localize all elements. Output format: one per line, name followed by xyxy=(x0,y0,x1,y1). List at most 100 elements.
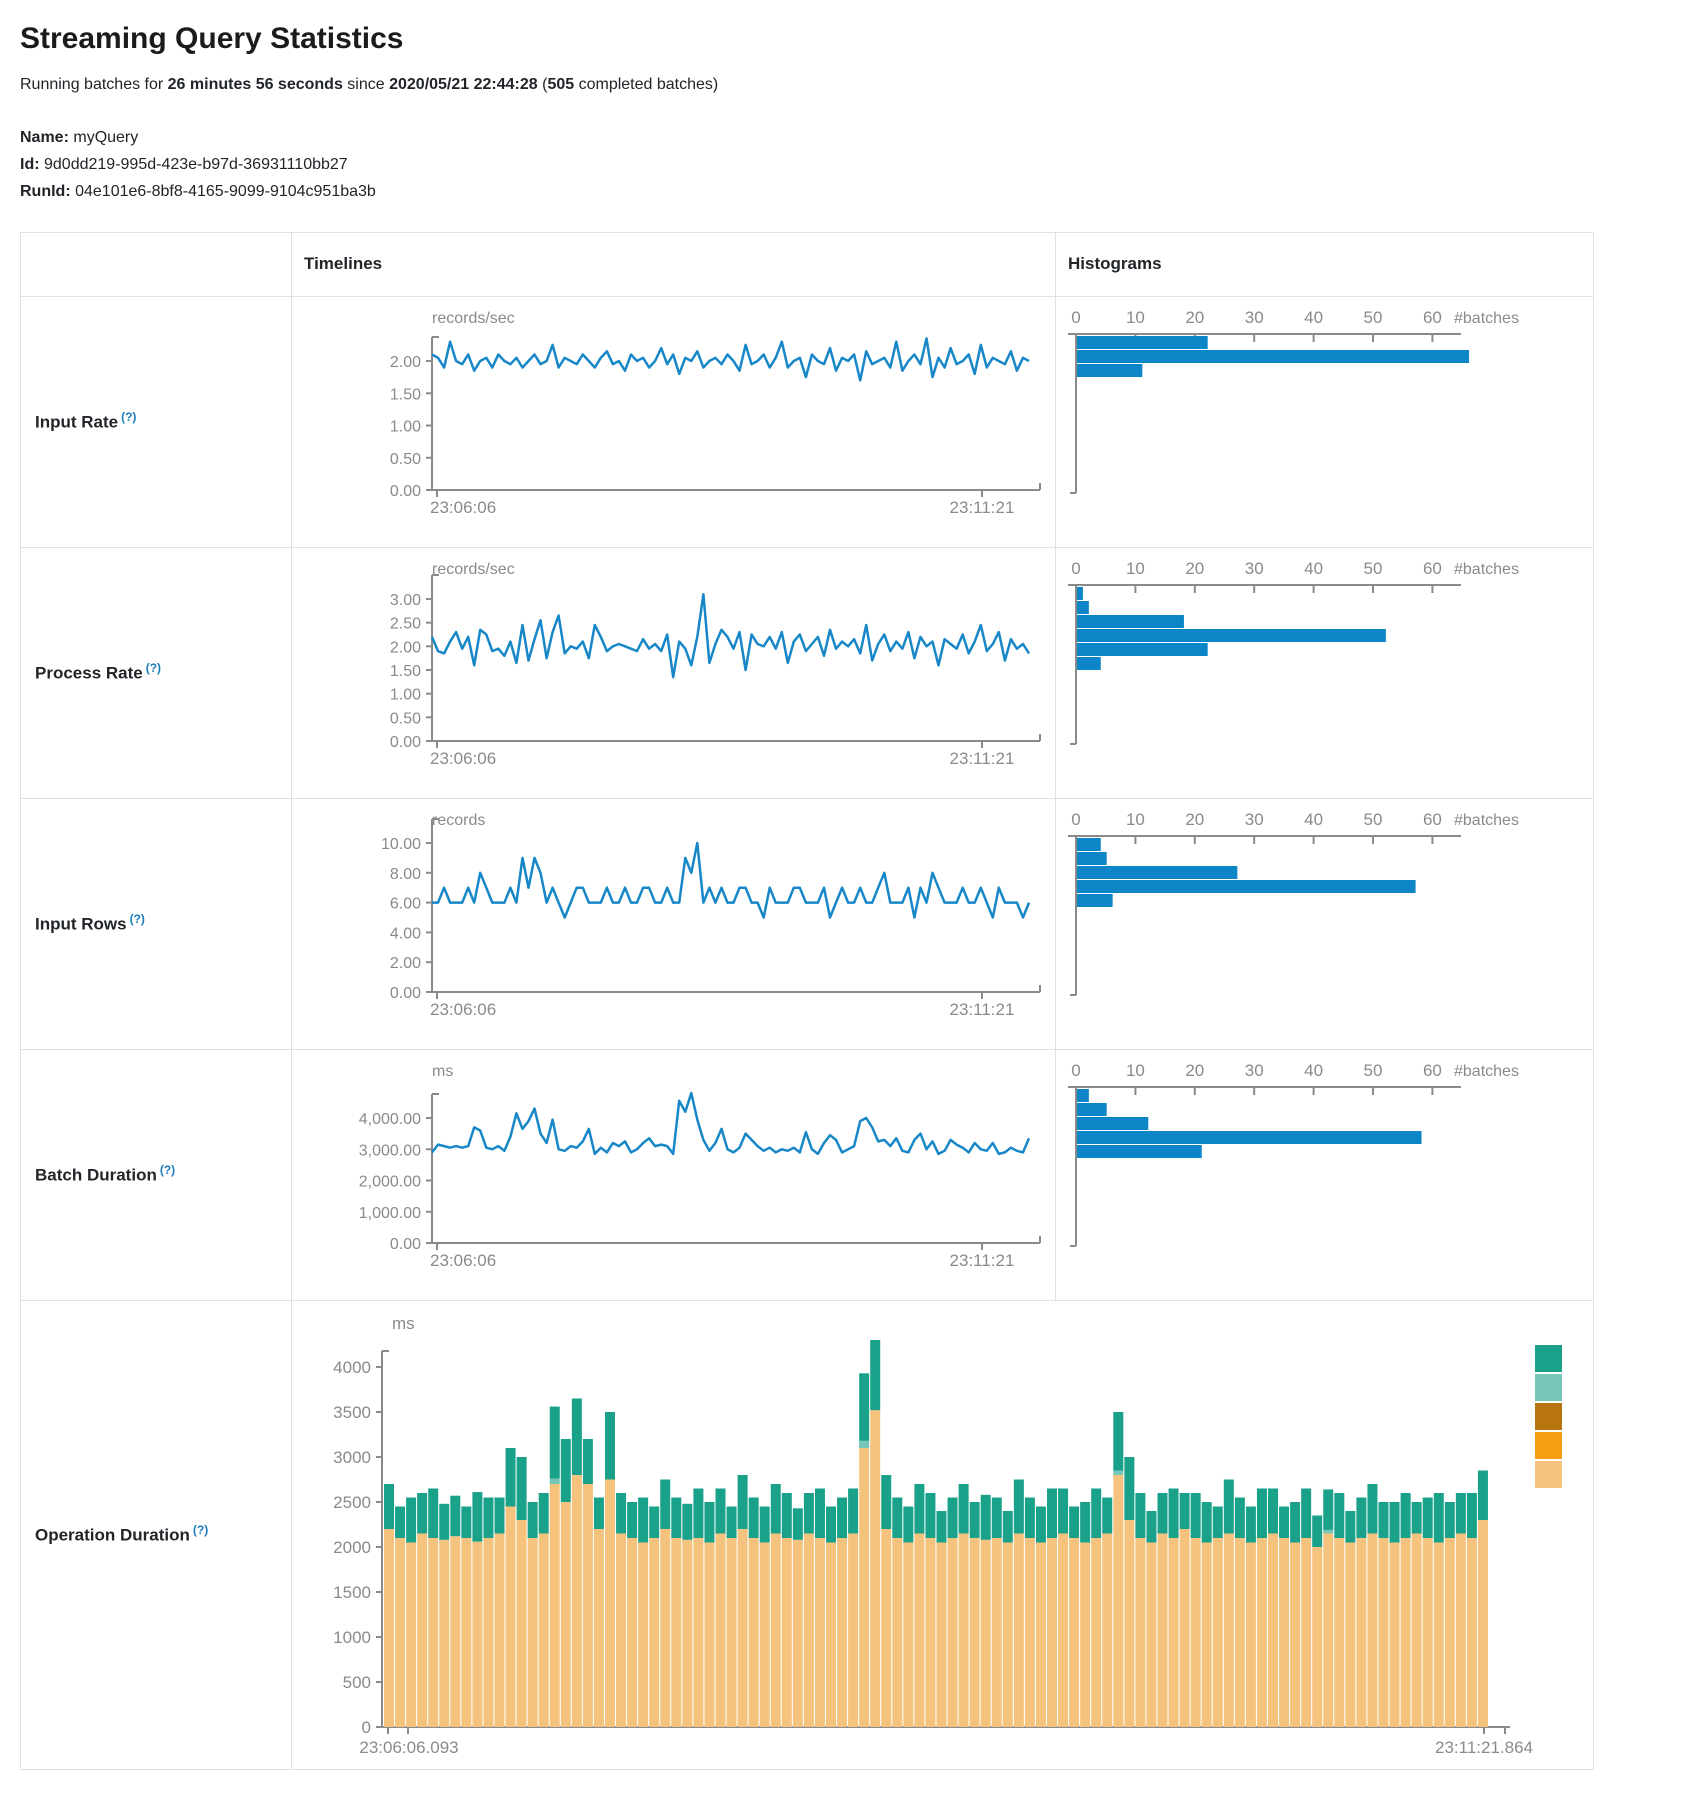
svg-text:3.00: 3.00 xyxy=(390,592,421,609)
svg-text:40: 40 xyxy=(1304,308,1323,327)
batch-duration-label: Batch Duration xyxy=(35,1166,157,1185)
query-id-value: 9d0dd219-995d-423e-b97d-36931110bb27 xyxy=(44,156,348,173)
svg-text:30: 30 xyxy=(1245,308,1264,327)
svg-text:1,000.00: 1,000.00 xyxy=(359,1204,421,1221)
svg-text:50: 50 xyxy=(1364,1061,1383,1080)
svg-text:1000: 1000 xyxy=(333,1628,371,1647)
svg-text:#batches: #batches xyxy=(1454,561,1519,578)
input-rate-row: Input Rate(?) records/sec 2.00 1.50 1.00 0.5… xyxy=(21,296,1594,547)
batch-duration-histogram-chart: 0102030405060#batches xyxy=(1056,1049,1594,1300)
svg-text:23:06:06.093: 23:06:06.093 xyxy=(359,1738,458,1757)
operation-duration-help-icon[interactable]: (?) xyxy=(193,1523,208,1537)
svg-text:0.00: 0.00 xyxy=(390,1236,421,1253)
svg-text:30: 30 xyxy=(1245,559,1264,578)
svg-text:1500: 1500 xyxy=(333,1583,371,1602)
summary-prefix: Running batches for xyxy=(20,76,168,93)
svg-text:#batches: #batches xyxy=(1454,310,1519,327)
svg-text:1.50: 1.50 xyxy=(390,386,421,403)
svg-text:500: 500 xyxy=(343,1673,371,1692)
svg-text:10: 10 xyxy=(1126,810,1145,829)
svg-text:0.50: 0.50 xyxy=(390,710,421,727)
input-rows-help-icon[interactable]: (?) xyxy=(130,912,145,926)
svg-text:40: 40 xyxy=(1304,559,1323,578)
svg-text:ms: ms xyxy=(432,1063,453,1080)
operation-duration-label: Operation Duration xyxy=(35,1526,190,1545)
svg-text:50: 50 xyxy=(1364,559,1383,578)
query-name-label: Name: xyxy=(20,129,69,146)
svg-text:40: 40 xyxy=(1304,810,1323,829)
svg-text:0: 0 xyxy=(362,1718,371,1737)
histograms-header: Histograms xyxy=(1056,232,1594,296)
input-rows-timeline-chart: records10.008.006.004.002.000.0023:06:06… xyxy=(292,798,1056,1049)
input-rows-histogram-chart: 0102030405060#batches xyxy=(1056,798,1594,1049)
query-id-label: Id: xyxy=(20,156,40,173)
svg-text:#batches: #batches xyxy=(1454,812,1519,829)
start-timestamp: 2020/05/21 22:44:28 xyxy=(389,76,538,93)
page-content: Streaming Query Statistics Running batch… xyxy=(0,0,1693,1784)
svg-text:records/sec: records/sec xyxy=(432,561,515,578)
process-rate-label: Process Rate xyxy=(35,664,143,683)
svg-text:50: 50 xyxy=(1364,308,1383,327)
running-duration: 26 minutes 56 seconds xyxy=(168,76,343,93)
svg-text:ms: ms xyxy=(392,1314,415,1333)
svg-text:1.00: 1.00 xyxy=(390,418,421,435)
process-rate-histogram-chart: 0102030405060#batches xyxy=(1056,547,1594,798)
svg-text:4,000.00: 4,000.00 xyxy=(359,1111,421,1128)
input-rate-help-icon[interactable]: (?) xyxy=(121,410,136,424)
input-rate-label-cell: Input Rate(?) xyxy=(21,296,292,547)
svg-text:60: 60 xyxy=(1423,308,1442,327)
svg-text:23:11:21: 23:11:21 xyxy=(950,1000,1015,1019)
svg-text:60: 60 xyxy=(1423,1061,1442,1080)
svg-text:20: 20 xyxy=(1185,810,1204,829)
svg-text:2.00: 2.00 xyxy=(390,639,421,656)
operation-duration-label-cell: Operation Duration(?) xyxy=(21,1300,292,1769)
statistics-table: Timelines Histograms Input Rate(?) recor… xyxy=(20,232,1594,1770)
svg-text:23:11:21: 23:11:21 xyxy=(950,498,1015,517)
svg-text:3,000.00: 3,000.00 xyxy=(359,1142,421,1159)
svg-text:0: 0 xyxy=(1071,810,1080,829)
process-rate-row: Process Rate(?) records/sec3.002.502.001… xyxy=(21,547,1594,798)
page-title: Streaming Query Statistics xyxy=(20,22,1673,56)
input-rate-timeline-chart: records/sec2.001.501.000.500.0023:06:062… xyxy=(292,296,1056,547)
svg-text:23:11:21: 23:11:21 xyxy=(950,1251,1015,1270)
svg-text:10.00: 10.00 xyxy=(381,836,421,853)
svg-text:2500: 2500 xyxy=(333,1493,371,1512)
svg-text:0: 0 xyxy=(1071,308,1080,327)
summary-paren: ( xyxy=(538,76,548,93)
svg-text:0.00: 0.00 xyxy=(390,734,421,751)
input-rate-label: Input Rate xyxy=(35,413,118,432)
process-rate-timeline-chart: records/sec3.002.502.001.501.000.500.002… xyxy=(292,547,1056,798)
svg-text:23:06:06: 23:06:06 xyxy=(430,498,496,517)
svg-text:23:06:06: 23:06:06 xyxy=(430,1000,496,1019)
batch-duration-label-cell: Batch Duration(?) xyxy=(21,1049,292,1300)
svg-text:3000: 3000 xyxy=(333,1448,371,1467)
svg-text:6.00: 6.00 xyxy=(390,895,421,912)
svg-text:0.50: 0.50 xyxy=(390,450,421,467)
batch-duration-row: Batch Duration(?) ms4,000.003,000.002,00… xyxy=(21,1049,1594,1300)
svg-text:2.00: 2.00 xyxy=(390,354,421,371)
svg-text:1.50: 1.50 xyxy=(390,663,421,680)
batch-duration-help-icon[interactable]: (?) xyxy=(160,1163,175,1177)
svg-text:40: 40 xyxy=(1304,1061,1323,1080)
input-rate-histogram-chart: 0102030405060#batches xyxy=(1056,296,1594,547)
svg-text:30: 30 xyxy=(1245,810,1264,829)
svg-text:4000: 4000 xyxy=(333,1358,371,1377)
svg-text:60: 60 xyxy=(1423,559,1442,578)
input-rows-label-cell: Input Rows(?) xyxy=(21,798,292,1049)
svg-text:23:06:06: 23:06:06 xyxy=(430,1251,496,1270)
table-header-row: Timelines Histograms xyxy=(21,232,1594,296)
svg-text:50: 50 xyxy=(1364,810,1383,829)
svg-text:23:06:06: 23:06:06 xyxy=(430,749,496,768)
svg-text:0: 0 xyxy=(1071,559,1080,578)
svg-text:23:11:21.864: 23:11:21.864 xyxy=(1435,1738,1533,1757)
process-rate-help-icon[interactable]: (?) xyxy=(146,661,161,675)
svg-text:10: 10 xyxy=(1126,559,1145,578)
svg-text:1.00: 1.00 xyxy=(390,686,421,703)
svg-text:0.00: 0.00 xyxy=(390,985,421,1002)
svg-text:8.00: 8.00 xyxy=(390,865,421,882)
svg-text:#batches: #batches xyxy=(1454,1063,1519,1080)
query-runid-value: 04e101e6-8bf8-4165-9099-9104c951ba3b xyxy=(75,183,376,200)
svg-text:20: 20 xyxy=(1185,308,1204,327)
svg-text:records: records xyxy=(432,812,485,829)
svg-text:records/sec: records/sec xyxy=(432,310,515,327)
